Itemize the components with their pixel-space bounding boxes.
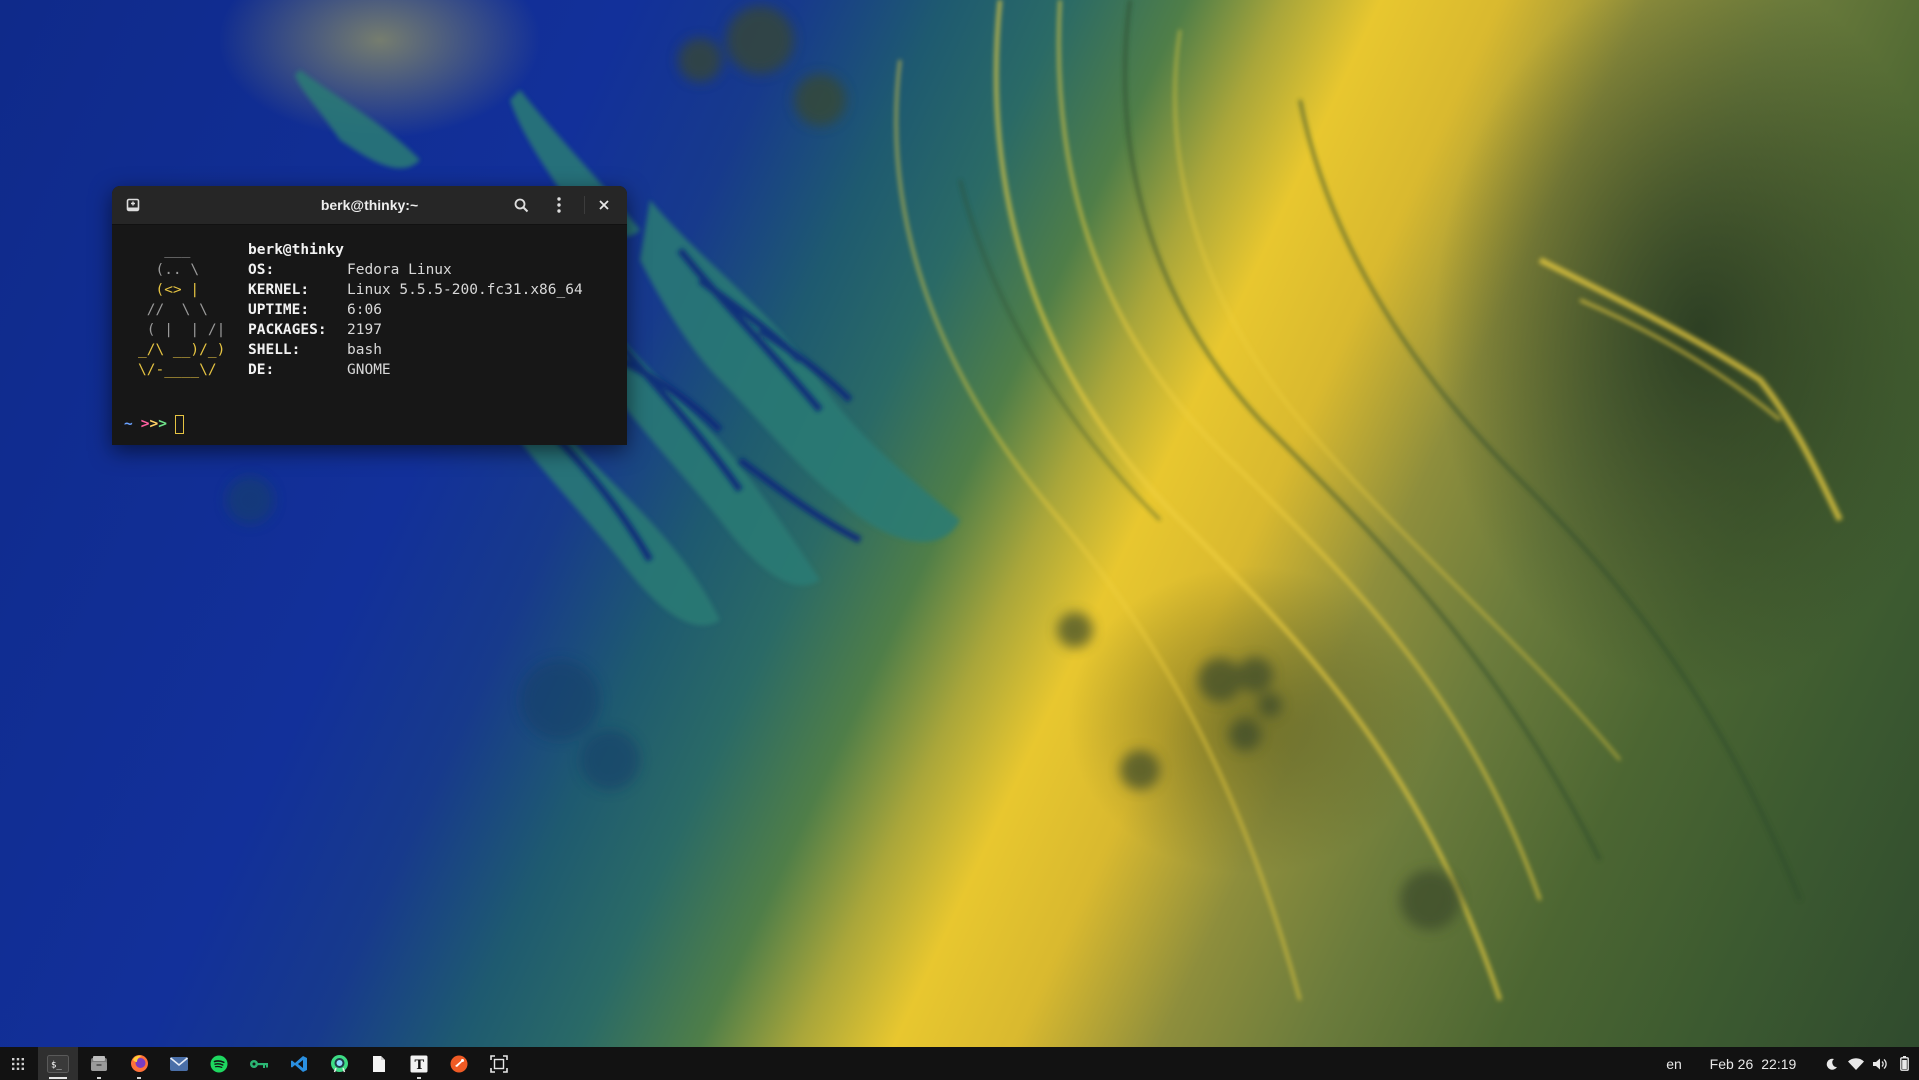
spotify-icon[interactable] [199,1047,239,1080]
svg-text:$_: $_ [51,1060,62,1070]
info-row-packages: PACKAGES: 2197 [248,320,583,340]
info-row-de: DE: GNOME [248,360,583,380]
svg-text:T: T [415,1058,425,1073]
taskbar: $_ T en Feb 26 22:19 [0,1047,1919,1080]
terminal-output[interactable]: ___ (.. \ (<> | // \ \ ( | | /| _/\ __)/… [112,225,627,445]
screenshot-icon[interactable] [479,1047,519,1080]
shell-prompt[interactable]: ~ >>> [124,413,184,435]
new-tab-icon[interactable] [121,193,145,217]
postman-icon[interactable] [439,1047,479,1080]
info-value: bash [347,342,382,358]
info-key: KERNEL: [248,282,310,298]
date-label: Feb 26 [1709,1055,1754,1072]
info-key: DE: [248,362,275,378]
terminal-window[interactable]: berk@thinky:~ ___ (.. \ (<> | // \ \ (|… [112,186,627,445]
running-indicator [97,1077,101,1079]
app-grid-icon[interactable] [0,1047,36,1080]
menu-dots-icon[interactable] [547,193,571,217]
system-info: berk@thinky OS: Fedora Linux KERNEL: Lin… [248,240,583,380]
info-value: 2197 [347,322,382,338]
terminal-icon[interactable]: $_ [38,1047,78,1080]
keyboard-layout-indicator[interactable]: en [1659,1047,1689,1080]
terminal-titlebar[interactable]: berk@thinky:~ [112,186,627,225]
host-name: berk@thinky [248,242,345,258]
prompt-arrow-char: > [158,416,167,432]
text-cursor [174,414,184,434]
info-value: GNOME [347,362,391,378]
info-row-os: OS: Fedora Linux [248,260,583,280]
info-row-uptime: UPTIME: 6:06 [248,300,583,320]
running-indicator [137,1077,141,1079]
info-value: 6:06 [347,302,382,318]
fedora-ascii-logo: ___ (.. \ (<> | // \ \ ( | | /| _/\ __)/… [138,242,226,378]
titlebar-separator [584,196,585,214]
time-label: 22:19 [1761,1055,1797,1072]
typora-icon[interactable]: T [399,1047,439,1080]
info-row-shell: SHELL: bash [248,340,583,360]
prompt-directory: ~ [124,416,133,432]
mail-icon[interactable] [159,1047,199,1080]
document-icon[interactable] [359,1047,399,1080]
running-indicator [417,1077,421,1079]
battery-icon[interactable] [1894,1047,1914,1080]
keys-icon[interactable] [239,1047,279,1080]
info-key: SHELL: [248,342,301,358]
search-icon[interactable] [509,193,533,217]
files-icon[interactable] [79,1047,119,1080]
wallpaper [226,0,1843,1001]
info-key: PACKAGES: [248,322,327,338]
info-key: UPTIME: [248,302,310,318]
volume-icon[interactable] [1869,1047,1891,1080]
android-studio-icon[interactable] [319,1047,359,1080]
info-value: Fedora Linux [347,262,452,278]
prompt-arrows: >>> [141,416,167,432]
info-key: OS: [248,262,275,278]
info-value: Linux 5.5.5-200.fc31.x86_64 [347,282,583,298]
clock[interactable]: Feb 26 22:19 [1697,1047,1809,1080]
system-tray: en Feb 26 22:19 [1659,1047,1919,1080]
desktop[interactable]: berk@thinky:~ ___ (.. \ (<> | // \ \ (|… [0,0,1919,1080]
vscode-icon[interactable] [279,1047,319,1080]
info-row-kernel: KERNEL: Linux 5.5.5-200.fc31.x86_64 [248,280,583,300]
night-light-icon[interactable] [1822,1047,1842,1080]
wifi-icon[interactable] [1845,1047,1867,1080]
close-icon[interactable] [592,193,616,217]
firefox-icon[interactable] [119,1047,159,1080]
prompt-arrow-char: > [149,416,159,432]
